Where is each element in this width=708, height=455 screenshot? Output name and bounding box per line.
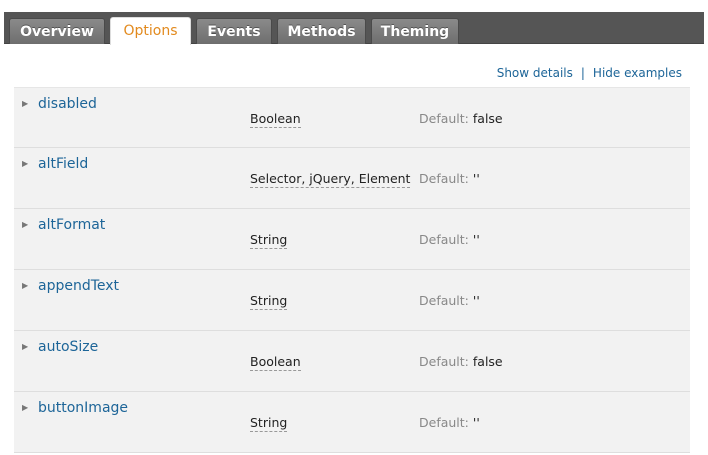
default-label: Default: bbox=[419, 354, 469, 369]
tab-events[interactable]: Events bbox=[196, 18, 272, 44]
default-value: '' bbox=[472, 293, 480, 308]
option-row: ▶ altField Selector, jQuery, Element Def… bbox=[14, 148, 690, 209]
option-type: String bbox=[250, 415, 288, 432]
default-label: Default: bbox=[419, 232, 469, 247]
option-name-link[interactable]: altField bbox=[38, 156, 88, 172]
tab-theming[interactable]: Theming bbox=[371, 18, 459, 44]
default-value: false bbox=[472, 354, 503, 369]
default-value: '' bbox=[472, 415, 480, 430]
link-separator: | bbox=[580, 66, 585, 80]
view-links: Show details | Hide examples bbox=[497, 66, 682, 80]
expand-arrow-icon[interactable]: ▶ bbox=[22, 403, 28, 412]
tab-overview[interactable]: Overview bbox=[9, 18, 105, 44]
option-default: Default: '' bbox=[419, 293, 480, 309]
option-type: String bbox=[250, 293, 288, 310]
default-value: '' bbox=[472, 232, 480, 247]
option-type: Boolean bbox=[250, 111, 301, 128]
option-row: ▶ buttonImage String Default: '' bbox=[14, 392, 690, 453]
option-default: Default: '' bbox=[419, 171, 480, 187]
expand-arrow-icon[interactable]: ▶ bbox=[22, 281, 28, 290]
option-name-link[interactable]: appendText bbox=[38, 278, 119, 294]
show-details-link[interactable]: Show details bbox=[497, 66, 573, 80]
option-name-link[interactable]: disabled bbox=[38, 96, 97, 112]
tab-bar: Overview Options Events Methods Theming bbox=[4, 12, 704, 45]
default-value: '' bbox=[472, 171, 480, 186]
option-default: Default: false bbox=[419, 111, 503, 127]
tab-options[interactable]: Options bbox=[110, 17, 191, 45]
option-row: ▶ disabled Boolean Default: false bbox=[14, 87, 690, 148]
default-label: Default: bbox=[419, 111, 469, 126]
expand-arrow-icon[interactable]: ▶ bbox=[22, 159, 28, 168]
option-type: Boolean bbox=[250, 354, 301, 371]
option-row: ▶ altFormat String Default: '' bbox=[14, 209, 690, 270]
option-default: Default: '' bbox=[419, 415, 480, 431]
option-type: Selector, jQuery, Element bbox=[250, 171, 411, 188]
default-label: Default: bbox=[419, 415, 469, 430]
default-value: false bbox=[472, 111, 503, 126]
option-default: Default: false bbox=[419, 354, 503, 370]
option-name-link[interactable]: buttonImage bbox=[38, 400, 128, 416]
default-label: Default: bbox=[419, 293, 469, 308]
option-name-link[interactable]: altFormat bbox=[38, 217, 105, 233]
option-row: ▶ appendText String Default: '' bbox=[14, 270, 690, 331]
hide-examples-link[interactable]: Hide examples bbox=[593, 66, 682, 80]
option-type: String bbox=[250, 232, 288, 249]
options-list: ▶ disabled Boolean Default: false ▶ altFi… bbox=[14, 87, 690, 453]
tab-methods[interactable]: Methods bbox=[277, 18, 366, 44]
option-name-link[interactable]: autoSize bbox=[38, 339, 98, 355]
expand-arrow-icon[interactable]: ▶ bbox=[22, 342, 28, 351]
option-row: ▶ autoSize Boolean Default: false bbox=[14, 331, 690, 392]
option-default: Default: '' bbox=[419, 232, 480, 248]
default-label: Default: bbox=[419, 171, 469, 186]
expand-arrow-icon[interactable]: ▶ bbox=[22, 220, 28, 229]
page: Overview Options Events Methods Theming … bbox=[0, 0, 708, 455]
expand-arrow-icon[interactable]: ▶ bbox=[22, 99, 28, 108]
